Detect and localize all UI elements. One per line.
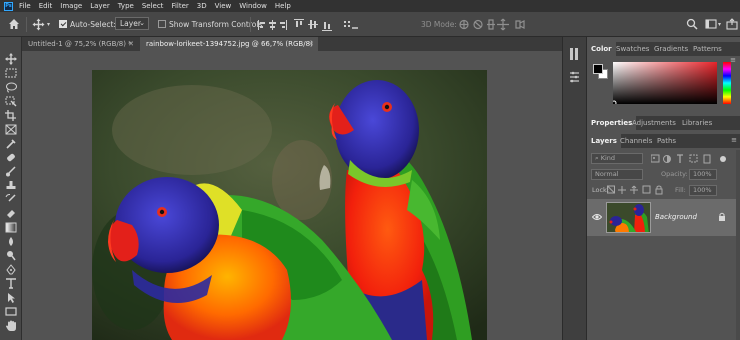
lock-icon[interactable] <box>718 212 726 221</box>
hand-tool-icon[interactable] <box>5 320 17 332</box>
document-tab-label: rainbow-lorikeet-1394752.jpg @ 66,7% (RG… <box>146 40 313 48</box>
menu-help[interactable]: Help <box>275 2 291 10</box>
layers-panel-tabs: Layers Channels Paths ≡ <box>587 134 740 148</box>
auto-select-checkbox[interactable] <box>59 20 67 28</box>
auto-select-label: Auto-Select: <box>70 20 116 29</box>
tab-channels[interactable]: Channels <box>616 134 656 148</box>
document-tab-bar: Untitled-1 @ 75,2% (RGB/8) * ✕ rainbow-l… <box>22 37 562 51</box>
tools-panel <box>0 37 22 340</box>
fill-value: 100% <box>693 186 712 194</box>
eyedropper-tool-icon[interactable] <box>5 138 17 149</box>
healing-brush-tool-icon[interactable] <box>5 152 17 163</box>
opacity-value: 100% <box>693 170 712 178</box>
layer-thumbnail <box>606 202 651 233</box>
3d-mode-tools-icons[interactable] <box>458 18 528 31</box>
move-tool-icon[interactable] <box>4 53 18 65</box>
tab-patterns[interactable]: Patterns <box>689 42 726 56</box>
layer-filter-icons[interactable] <box>651 154 729 164</box>
document-image[interactable] <box>92 70 487 340</box>
menu-window[interactable]: Window <box>239 2 267 10</box>
lorikeets-photo <box>92 70 487 340</box>
photoshop-logo[interactable]: Ps <box>4 1 13 11</box>
panels-column: Color Swatches Gradients Patterns ≡ Prop… <box>586 37 740 340</box>
menu-view[interactable]: View <box>215 2 232 10</box>
menu-file[interactable]: File <box>19 2 31 10</box>
auto-select-target-value: Layer <box>120 19 141 28</box>
clone-stamp-tool-icon[interactable] <box>5 180 17 191</box>
align-distribute-icons <box>258 19 358 31</box>
fill-label: Fill: <box>675 186 686 194</box>
pen-tool-icon[interactable] <box>5 264 17 275</box>
document-tab[interactable]: Untitled-1 @ 75,2% (RGB/8) * ✕ <box>22 37 138 51</box>
tab-adjustments[interactable]: Adjustments <box>628 116 680 130</box>
hue-slider[interactable] <box>723 62 731 104</box>
blend-mode-dropdown[interactable]: Normal <box>591 169 643 180</box>
chevron-down-icon[interactable]: ▾ <box>718 20 721 30</box>
type-tool-icon[interactable] <box>5 278 17 289</box>
share-icon[interactable] <box>726 18 738 30</box>
brush-tool-icon[interactable] <box>5 166 17 177</box>
layer-row-background[interactable]: Background <box>587 199 737 236</box>
panel-menu-icon[interactable]: ≡ <box>730 56 736 64</box>
layer-kind-filter[interactable]: ⌕ Kind <box>591 153 643 164</box>
properties-panel-tabs: Properties Adjustments Libraries <box>587 116 740 130</box>
dodge-tool-icon[interactable] <box>5 250 17 261</box>
blur-tool-icon[interactable] <box>5 236 17 247</box>
eraser-tool-icon[interactable] <box>5 208 17 219</box>
menu-layer[interactable]: Layer <box>90 2 110 10</box>
object-selection-tool-icon[interactable] <box>5 96 17 107</box>
gradient-tool-icon[interactable] <box>5 222 17 233</box>
history-panel-icon[interactable] <box>569 47 580 61</box>
tab-gradients[interactable]: Gradients <box>650 42 692 56</box>
document-tab-label: Untitled-1 @ 75,2% (RGB/8) * <box>28 40 132 48</box>
layers-scrollbar[interactable] <box>736 150 740 340</box>
close-icon[interactable]: ✕ <box>128 37 134 51</box>
show-transform-label: Show Transform Controls <box>169 20 263 29</box>
menu-select[interactable]: Select <box>142 2 164 10</box>
menu-type[interactable]: Type <box>118 2 134 10</box>
lock-options-icons[interactable] <box>607 185 667 195</box>
opacity-label: Opacity: <box>661 170 688 178</box>
menu-filter[interactable]: Filter <box>171 2 188 10</box>
path-selection-tool-icon[interactable] <box>5 292 17 303</box>
chevron-down-icon: ⌄ <box>139 19 145 27</box>
frame-tool-icon[interactable] <box>5 124 17 135</box>
crop-tool-icon[interactable] <box>5 110 17 121</box>
tab-paths[interactable]: Paths <box>653 134 680 148</box>
collapsed-panels-dock <box>562 37 586 340</box>
layer-name[interactable]: Background <box>655 213 697 221</box>
options-bar: ▾ Auto-Select: Layer ⌄ Show Transform Co… <box>0 12 740 37</box>
auto-select-target-dropdown[interactable]: Layer ⌄ <box>115 17 149 30</box>
home-icon[interactable] <box>8 18 20 30</box>
3d-mode-label: 3D Mode: <box>421 20 457 29</box>
history-brush-tool-icon[interactable] <box>5 194 17 205</box>
workspace-icon[interactable] <box>705 18 717 30</box>
fill-field[interactable]: 100% <box>689 185 717 196</box>
properties-panel-icon[interactable] <box>569 71 580 83</box>
lasso-tool-icon[interactable] <box>5 82 17 93</box>
marquee-tool-icon[interactable] <box>5 68 17 78</box>
chevron-down-icon[interactable]: ▾ <box>47 20 50 30</box>
move-icon[interactable] <box>32 18 45 31</box>
tab-swatches[interactable]: Swatches <box>612 42 653 56</box>
menu-image[interactable]: Image <box>60 2 82 10</box>
menu-3d[interactable]: 3D <box>197 2 207 10</box>
eye-visibility-icon[interactable] <box>592 213 602 221</box>
menu-bar: Ps File Edit Image Layer Type Select Fil… <box>0 0 740 12</box>
tab-libraries[interactable]: Libraries <box>678 116 716 130</box>
menu-edit[interactable]: Edit <box>39 2 53 10</box>
layer-kind-value: Kind <box>600 154 616 162</box>
color-picker-field[interactable] <box>613 62 717 104</box>
show-transform-checkbox[interactable] <box>158 20 166 28</box>
document-tab-active[interactable]: rainbow-lorikeet-1394752.jpg @ 66,7% (RG… <box>140 37 318 51</box>
opacity-field[interactable]: 100% <box>689 169 717 180</box>
blend-mode-value: Normal <box>595 170 619 178</box>
rectangle-tool-icon[interactable] <box>5 306 17 317</box>
foreground-color-swatch-top <box>593 64 603 74</box>
color-panel-tabs: Color Swatches Gradients Patterns <box>587 42 740 56</box>
search-icon[interactable] <box>686 18 698 30</box>
close-icon[interactable]: ✕ <box>308 37 314 51</box>
panel-menu-icon[interactable]: ≡ <box>731 136 737 144</box>
